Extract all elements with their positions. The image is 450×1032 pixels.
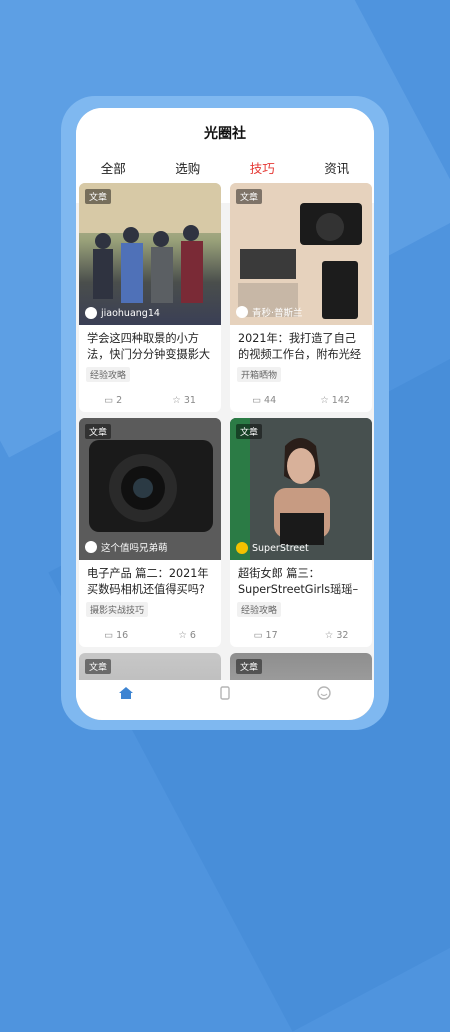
- article-card[interactable]: 文章 jiaohuang14 学会这四种取景的小方法，快门分分钟变摄影大 经验攻…: [79, 183, 221, 412]
- nav-profile[interactable]: [316, 686, 332, 700]
- nav-home[interactable]: [118, 686, 134, 700]
- author-name: jiaohuang14: [101, 307, 160, 319]
- like-count[interactable]: ☆ 31: [172, 395, 196, 406]
- photo-illustration: [79, 418, 221, 560]
- author-info[interactable]: 青秒·普斯兰: [236, 305, 303, 319]
- author-info[interactable]: SuperStreet: [236, 542, 309, 554]
- article-card[interactable]: 文章 青秒·普斯兰 2021年：我打造了自己的视频工作台，附布光经验 开箱晒物 …: [230, 183, 372, 412]
- comment-icon: ▭: [104, 630, 114, 641]
- photo-illustration: [230, 183, 372, 325]
- category-chip[interactable]: 经验攻略: [86, 367, 131, 382]
- article-image: 文章 SuperStreet: [230, 418, 372, 560]
- comment-count[interactable]: ▭ 16: [104, 630, 128, 641]
- nav-device[interactable]: [217, 686, 233, 700]
- like-count[interactable]: ☆ 142: [320, 395, 350, 406]
- comment-count[interactable]: ▭ 2: [104, 395, 122, 406]
- article-title[interactable]: 2021年：我打造了自己的视频工作台，附布光经验: [230, 325, 372, 363]
- smile-icon: [317, 686, 332, 700]
- comment-icon: ▭: [252, 395, 262, 406]
- article-image: 文章 青秒·普斯兰: [230, 183, 372, 325]
- photo-illustration: [79, 183, 221, 303]
- like-count[interactable]: ☆ 6: [178, 630, 196, 641]
- photo-illustration: [230, 418, 372, 560]
- article-type-badge: 文章: [85, 189, 112, 204]
- star-icon: ☆: [324, 630, 334, 641]
- avatar: [236, 306, 248, 318]
- author-name: 这个值吗兄弟萌: [101, 543, 168, 554]
- avatar: [236, 542, 248, 554]
- article-card[interactable]: 文章 这个值吗兄弟萌 电子产品 篇二：2021年买数码相机还值得买吗? 摄影实战…: [79, 418, 221, 647]
- phone-icon: [220, 686, 230, 700]
- category-chip[interactable]: 开箱晒物: [237, 367, 282, 382]
- article-title[interactable]: 学会这四种取景的小方法，快门分分钟变摄影大: [79, 325, 221, 363]
- tab-tips[interactable]: 技巧: [244, 156, 281, 179]
- comment-count[interactable]: ▭ 17: [254, 630, 278, 641]
- article-type-badge: 文章: [236, 659, 263, 674]
- avatar: [85, 541, 97, 553]
- tab-news[interactable]: 资讯: [318, 156, 355, 179]
- article-title[interactable]: 超街女郎 篇三：SuperStreetGirls瑶瑶–恋: [230, 560, 372, 598]
- page-title: 光圈社: [204, 126, 246, 142]
- category-chip[interactable]: 摄影实战技巧: [86, 602, 149, 617]
- article-grid: 文章 jiaohuang14 学会这四种取景的小方法，快门分分钟变摄影大 经验攻…: [76, 183, 374, 720]
- article-stats: ▭ 16 ☆ 6: [79, 630, 221, 641]
- bottom-navigation: [76, 680, 374, 720]
- article-card[interactable]: 文章 SuperStreet 超街女郎 篇三：SuperStreetGirls瑶…: [230, 418, 372, 647]
- article-type-badge: 文章: [236, 424, 263, 439]
- star-icon: ☆: [320, 395, 329, 406]
- tab-all[interactable]: 全部: [95, 156, 132, 179]
- author-name: SuperStreet: [252, 542, 309, 554]
- avatar: [85, 307, 97, 319]
- article-image: 文章 这个值吗兄弟萌: [79, 418, 221, 560]
- author-info[interactable]: 这个值吗兄弟萌: [85, 540, 168, 554]
- category-tabs: 全部 选购 技巧 资讯: [76, 156, 374, 179]
- app-screen: 光圈社 全部 选购 技巧 资讯 文章 jiaohuang14 学会这四种取景的小…: [76, 108, 374, 720]
- article-type-badge: 文章: [236, 189, 263, 204]
- author-info[interactable]: jiaohuang14: [85, 307, 160, 319]
- comment-icon: ▭: [253, 630, 263, 641]
- tab-buying[interactable]: 选购: [169, 156, 206, 179]
- comment-count[interactable]: ▭ 44: [252, 395, 276, 406]
- article-stats: ▭ 17 ☆ 32: [230, 630, 372, 641]
- category-chip[interactable]: 经验攻略: [237, 602, 282, 617]
- article-stats: ▭ 44 ☆ 142: [230, 395, 372, 406]
- article-stats: ▭ 2 ☆ 31: [79, 395, 221, 406]
- like-count[interactable]: ☆ 32: [325, 630, 349, 641]
- article-type-badge: 文章: [85, 424, 112, 439]
- home-icon: [118, 687, 133, 699]
- comment-icon: ▭: [104, 395, 114, 406]
- star-icon: ☆: [178, 630, 187, 641]
- article-type-badge: 文章: [85, 659, 112, 674]
- article-image: 文章 jiaohuang14: [79, 183, 221, 325]
- article-title[interactable]: 电子产品 篇二：2021年买数码相机还值得买吗?: [79, 560, 221, 598]
- star-icon: ☆: [172, 395, 181, 406]
- author-name: 青秒·普斯兰: [252, 308, 303, 319]
